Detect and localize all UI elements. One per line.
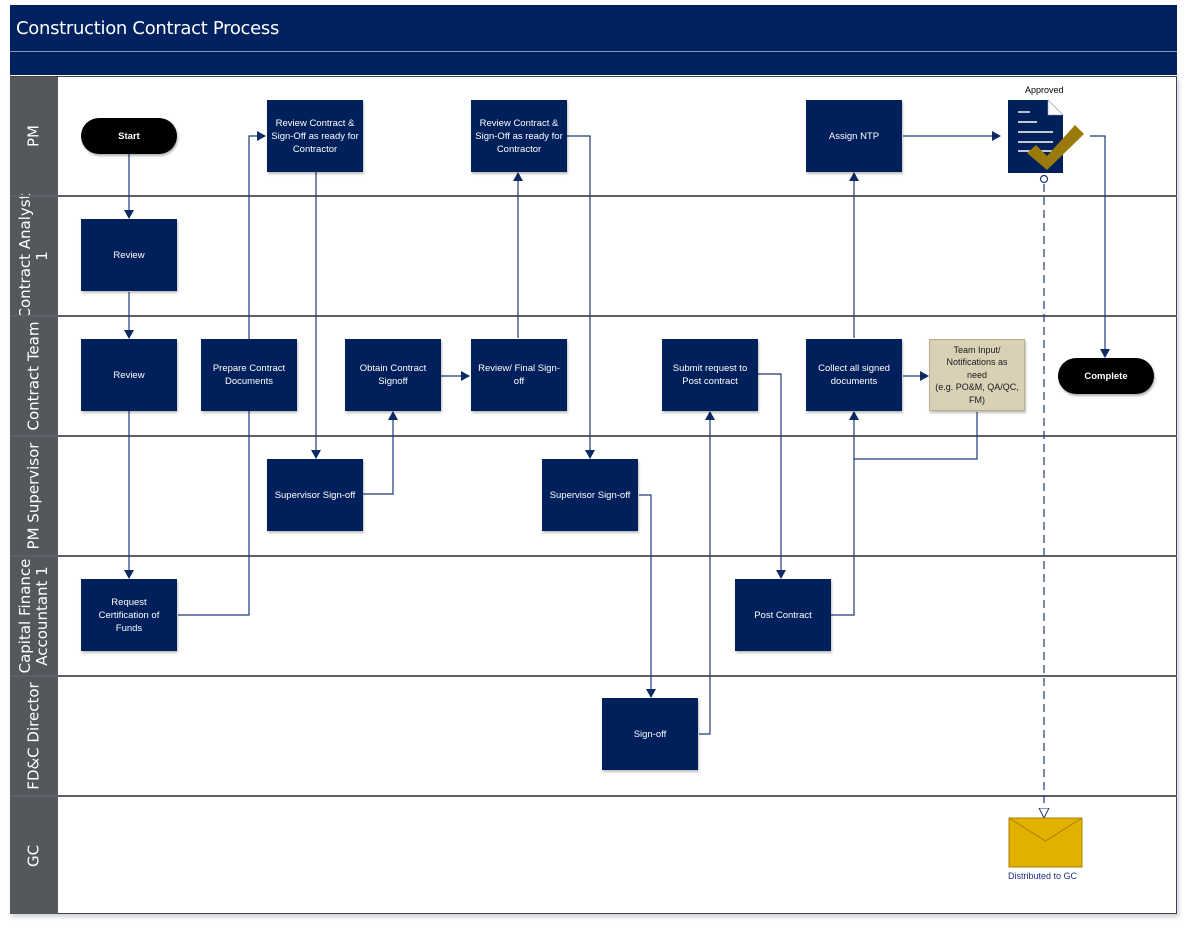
- lane-divider: [10, 675, 1177, 677]
- lane-label-pm-supervisor: PM Supervisor: [10, 437, 58, 555]
- process-supervisor-signoff-1[interactable]: Supervisor Sign-off: [267, 459, 363, 531]
- page-title: Construction Contract Process: [16, 18, 280, 39]
- lane-label-text: GC: [24, 844, 43, 867]
- process-ct-review[interactable]: Review: [81, 339, 177, 411]
- lane-label-fdc-director: FD&C Director: [10, 677, 58, 795]
- approved-label: Approved: [1025, 85, 1064, 95]
- process-post-contract[interactable]: Post Contract: [735, 579, 831, 651]
- lane-divider: [10, 315, 1177, 317]
- process-final-signoff[interactable]: Review/ Final Sign- off: [471, 339, 567, 411]
- lane-label-pm: PM: [10, 77, 58, 195]
- lane-label-contract-team: Contract Team: [10, 317, 58, 435]
- process-director-signoff[interactable]: Sign-off: [602, 698, 698, 770]
- process-obtain-signoff[interactable]: Obtain Contract Signoff: [345, 339, 441, 411]
- process-request-certification[interactable]: Request Certification of Funds: [81, 579, 177, 651]
- lane-label-text: PM: [24, 125, 43, 147]
- lane-label-gc: GC: [10, 797, 58, 914]
- complete-terminator[interactable]: Complete: [1058, 358, 1154, 394]
- lane-label-text: Capital Finance Accountant 1: [16, 558, 51, 674]
- process-pm-review-contract-1[interactable]: Review Contract & Sign-Off as ready for …: [267, 100, 363, 172]
- process-pm-review-contract-2[interactable]: Review Contract & Sign-Off as ready for …: [471, 100, 567, 172]
- lane-label-text: FD&C Director: [24, 682, 43, 790]
- lane-contract-analyst: Contract Analyst 1: [10, 194, 1177, 319]
- distributed-to-gc-label: Distributed to GC: [1008, 871, 1078, 881]
- lane-gc: GC: [10, 797, 1177, 914]
- title-bar: Construction Contract Process: [10, 5, 1177, 52]
- lane-fdc-director: FD&C Director: [10, 677, 1177, 795]
- start-terminator[interactable]: Start: [81, 118, 177, 154]
- lane-label-capital-finance: Capital Finance Accountant 1: [10, 557, 58, 675]
- lane-divider: [10, 435, 1177, 437]
- process-supervisor-signoff-2[interactable]: Supervisor Sign-off: [542, 459, 638, 531]
- envelope-icon[interactable]: [1008, 817, 1084, 869]
- process-submit-post[interactable]: Submit request to Post contract: [662, 339, 758, 411]
- lane-label-text: Contract Team: [24, 321, 43, 431]
- lane-divider: [10, 795, 1177, 797]
- lane-label-text: Contract Analyst 1: [16, 193, 51, 319]
- process-assign-ntp[interactable]: Assign NTP: [806, 100, 902, 172]
- lane-pm: PM: [10, 77, 1177, 195]
- lane-divider: [10, 555, 1177, 557]
- lane-capital-finance: Capital Finance Accountant 1: [10, 557, 1177, 675]
- approved-document-icon[interactable]: [1005, 98, 1095, 178]
- process-ca-review[interactable]: Review: [81, 219, 177, 291]
- process-collect-documents[interactable]: Collect all signed documents: [806, 339, 902, 411]
- note-team-input[interactable]: Team Input/ Notifications as need (e.g. …: [929, 339, 1025, 411]
- header-sub-bar: [10, 52, 1177, 75]
- lane-label-contract-analyst: Contract Analyst 1: [10, 194, 58, 319]
- lane-divider: [10, 195, 1177, 197]
- lane-label-text: PM Supervisor: [24, 442, 43, 550]
- process-prepare-documents[interactable]: Prepare Contract Documents: [201, 339, 297, 411]
